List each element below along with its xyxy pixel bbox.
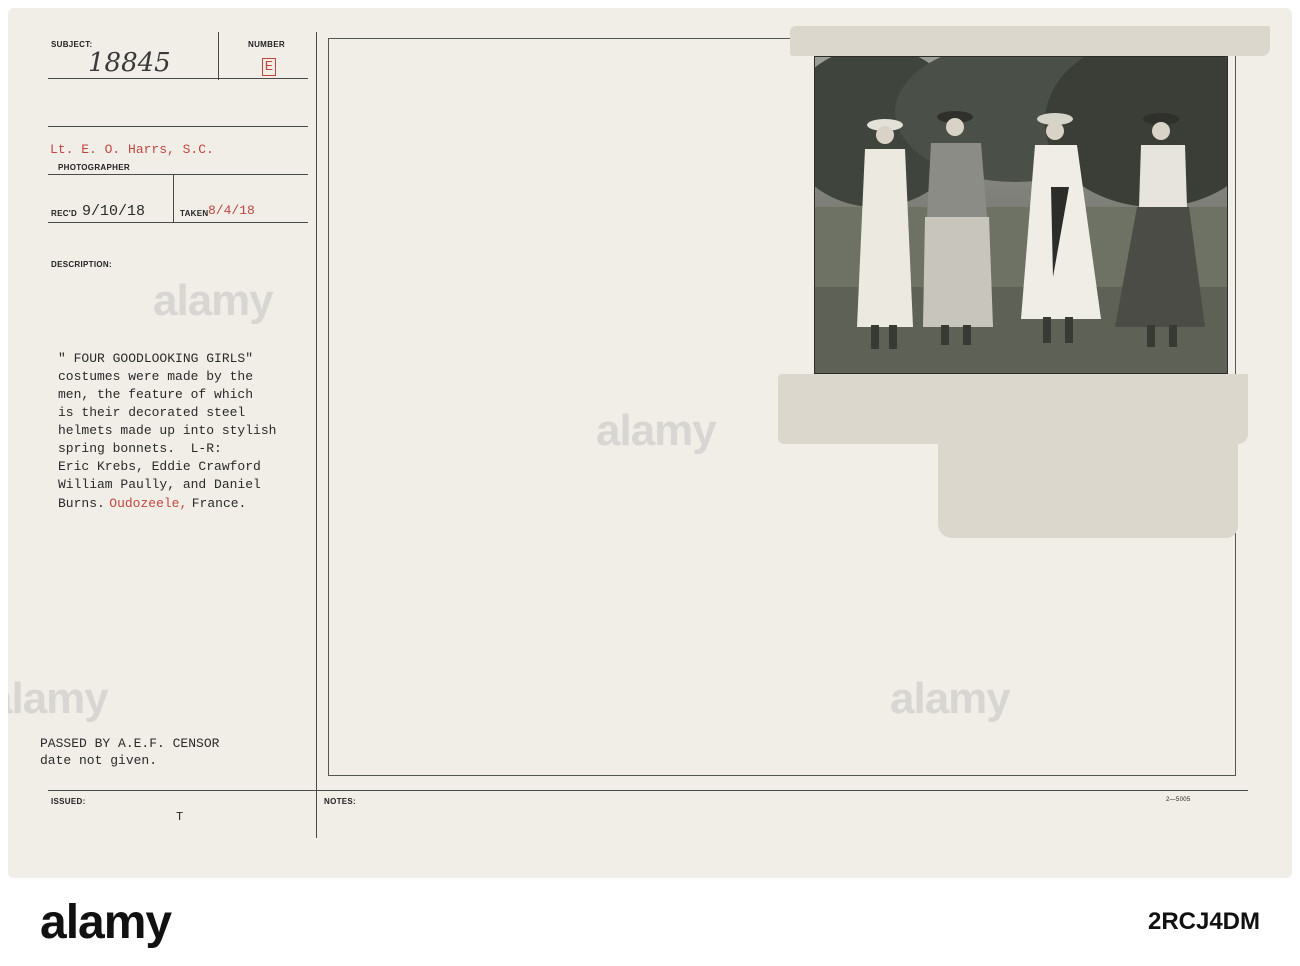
rule-dates (48, 222, 308, 223)
rule-subject (48, 78, 308, 79)
alamy-logo: alamy (40, 896, 172, 949)
number-label: NUMBER (248, 40, 285, 49)
rule-photographer-top (48, 126, 308, 127)
description-line: costumes were made by the (58, 369, 254, 384)
rule-bottom (48, 790, 1248, 791)
photographer-label: PHOTOGRAPHER (58, 163, 130, 172)
recd-value: 9/10/18 (82, 203, 146, 220)
description-line: spring bonnets. L-R: (58, 441, 222, 456)
rule-subject-divider (218, 32, 219, 80)
watermark: alamy (153, 276, 274, 325)
watermark: alamy (8, 674, 109, 723)
subject-label: SUBJECT: (51, 40, 93, 49)
rule-notes-divider (316, 790, 317, 838)
recd-label: REC'D (51, 209, 78, 218)
censor-line-1: PASSED BY A.E.F. CENSOR (40, 736, 220, 751)
figure-1 (857, 119, 913, 349)
form-code: 2—5005 (1166, 797, 1191, 803)
description-label: DESCRIPTION: (51, 260, 112, 269)
taken-label: TAKEN (180, 209, 209, 218)
censor-line-2: date not given. (40, 753, 158, 768)
issued-label: ISSUED: (51, 797, 86, 806)
watermark: alamy (596, 406, 717, 455)
rule-photographer-bottom (48, 174, 308, 175)
photographer-name: Lt. E. O. Harrs, S.C. (50, 142, 214, 157)
number-value: E (262, 58, 276, 76)
description-line: William Paully, and Daniel (58, 477, 261, 492)
subject-number: 18845 (88, 48, 171, 78)
image-id: 2RCJ4DM (1147, 908, 1260, 935)
description-line: Eric Krebs, Eddie Crawford (58, 459, 261, 474)
watermark: alamy (890, 674, 1011, 723)
description-line: helmets made up into stylish (58, 423, 277, 438)
tape-mark-bottom-lower (938, 438, 1238, 538)
issued-value: T (176, 810, 184, 824)
archive-card: SUBJECT: 18845 NUMBER E Lt. E. O. Harrs,… (8, 8, 1292, 878)
description-last-line: Burns. Oudozeele, France. (58, 494, 318, 513)
footer-bar (0, 878, 1300, 966)
notes-label: NOTES: (324, 797, 357, 806)
tape-mark-bottom (778, 374, 1248, 444)
description-line: " FOUR GOODLOOKING GIRLS" (58, 351, 254, 366)
description-line: is their decorated steel (58, 405, 246, 420)
place-name: Oudozeele, (109, 496, 188, 511)
rule-dates-divider (173, 174, 174, 222)
description-text: " FOUR GOODLOOKING GIRLS" costumes were … (58, 350, 318, 513)
description-line: men, the feature of which (58, 387, 254, 402)
tape-mark-top (790, 26, 1270, 56)
taken-value: 8/4/18 (208, 203, 255, 218)
photograph-illustration (815, 57, 1227, 373)
country-name: France. (191, 496, 247, 511)
archive-photograph (814, 56, 1228, 374)
description-line: Burns. (58, 496, 105, 511)
